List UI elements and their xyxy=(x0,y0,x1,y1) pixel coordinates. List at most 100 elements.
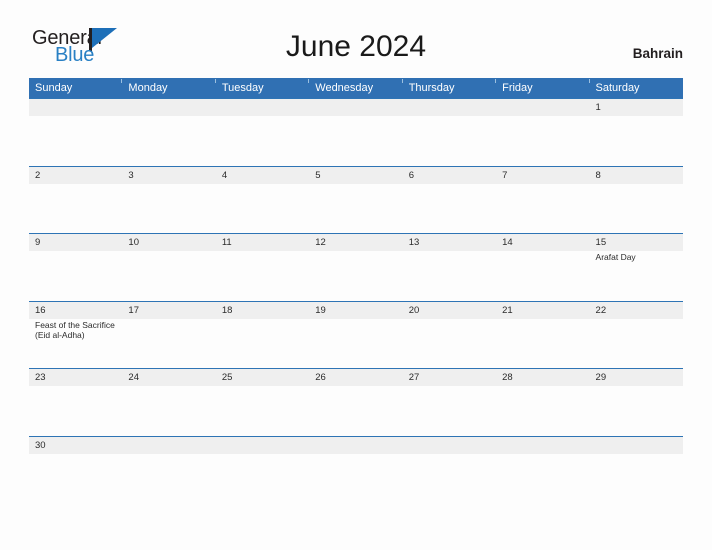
day-number[interactable] xyxy=(216,437,309,454)
day-number[interactable]: 16 xyxy=(29,302,122,319)
day-number[interactable]: 24 xyxy=(122,369,215,386)
day-event xyxy=(216,116,309,117)
weekday-wednesday: Wednesday xyxy=(309,78,404,98)
day-number[interactable]: 20 xyxy=(403,302,496,319)
week-date-band: 30 xyxy=(29,436,683,454)
day-event xyxy=(309,184,402,185)
day-number[interactable]: 14 xyxy=(496,234,589,251)
day-event xyxy=(309,116,402,117)
day-event xyxy=(122,319,215,341)
day-number[interactable]: 29 xyxy=(590,369,683,386)
weekday-header-row: Sunday Monday Tuesday Wednesday Thursday… xyxy=(29,78,683,98)
week-row: 9 10 11 12 13 14 15 Arafat Day xyxy=(29,233,683,301)
day-event xyxy=(496,386,589,387)
day-number[interactable]: 2 xyxy=(29,167,122,184)
day-event xyxy=(216,386,309,387)
day-event xyxy=(403,184,496,185)
day-event xyxy=(29,454,122,455)
day-event xyxy=(216,184,309,185)
day-number[interactable]: 18 xyxy=(216,302,309,319)
day-number[interactable] xyxy=(590,437,683,454)
day-number[interactable]: 23 xyxy=(29,369,122,386)
day-event xyxy=(496,319,589,341)
day-event xyxy=(590,116,683,117)
weekday-thursday: Thursday xyxy=(403,78,497,98)
day-event xyxy=(216,251,309,263)
day-event xyxy=(122,184,215,185)
day-event xyxy=(216,319,309,341)
day-number[interactable] xyxy=(496,437,589,454)
day-number[interactable]: 13 xyxy=(403,234,496,251)
week-event-band xyxy=(29,116,683,117)
day-number[interactable] xyxy=(309,437,402,454)
weekday-sunday: Sunday xyxy=(29,78,123,98)
day-number[interactable] xyxy=(309,99,402,116)
day-number[interactable]: 10 xyxy=(122,234,215,251)
day-number[interactable] xyxy=(403,437,496,454)
day-event xyxy=(29,184,122,185)
day-number[interactable]: 21 xyxy=(496,302,589,319)
day-number[interactable]: 1 xyxy=(590,99,683,116)
day-event: Feast of the Sacrifice (Eid al-Adha) xyxy=(35,319,115,341)
day-event xyxy=(496,251,589,263)
day-number[interactable]: 9 xyxy=(29,234,122,251)
day-number[interactable]: 7 xyxy=(496,167,589,184)
day-event xyxy=(216,454,309,455)
week-event-band xyxy=(29,454,683,455)
week-row: 30 xyxy=(29,435,683,481)
day-number[interactable]: 6 xyxy=(403,167,496,184)
day-number[interactable] xyxy=(496,99,589,116)
day-event xyxy=(590,386,683,387)
day-number[interactable] xyxy=(122,437,215,454)
day-number[interactable]: 27 xyxy=(403,369,496,386)
day-event xyxy=(309,319,402,341)
week-event-band: Arafat Day xyxy=(29,251,683,263)
day-event xyxy=(29,116,122,117)
day-number[interactable]: 8 xyxy=(590,167,683,184)
country-label: Bahrain xyxy=(632,46,683,61)
day-event xyxy=(496,184,589,185)
day-event xyxy=(122,386,215,387)
week-row: 23 24 25 26 27 28 29 xyxy=(29,368,683,436)
page-header: General Blue June 2024 Bahrain xyxy=(0,0,712,76)
day-number[interactable]: 5 xyxy=(309,167,402,184)
day-event xyxy=(496,116,589,117)
day-number[interactable]: 26 xyxy=(309,369,402,386)
week-date-band: 23 24 25 26 27 28 29 xyxy=(29,369,683,386)
day-number[interactable]: 30 xyxy=(29,437,122,454)
day-number[interactable] xyxy=(403,99,496,116)
weekday-friday: Friday xyxy=(496,78,590,98)
week-date-band: 1 xyxy=(29,99,683,116)
week-event-band xyxy=(29,184,683,185)
day-number[interactable]: 3 xyxy=(122,167,215,184)
day-event xyxy=(122,454,215,455)
day-event xyxy=(403,386,496,387)
day-number[interactable] xyxy=(216,99,309,116)
page-title: June 2024 xyxy=(285,30,427,63)
day-number[interactable]: 11 xyxy=(216,234,309,251)
day-number[interactable]: 17 xyxy=(122,302,215,319)
day-number[interactable] xyxy=(122,99,215,116)
week-event-band: Feast of the Sacrifice (Eid al-Adha) xyxy=(29,319,683,341)
day-number[interactable]: 12 xyxy=(309,234,402,251)
day-number[interactable]: 15 xyxy=(590,234,683,251)
weekday-tuesday: Tuesday xyxy=(216,78,310,98)
day-number[interactable]: 28 xyxy=(496,369,589,386)
week-date-band: 2 3 4 5 6 7 8 xyxy=(29,166,683,184)
week-date-band: 16 17 18 19 20 21 22 xyxy=(29,301,683,319)
day-number[interactable]: 22 xyxy=(590,302,683,319)
calendar-table: Sunday Monday Tuesday Wednesday Thursday… xyxy=(29,78,683,481)
day-number[interactable]: 19 xyxy=(309,302,402,319)
day-event xyxy=(122,116,215,117)
day-event xyxy=(309,386,402,387)
day-number[interactable]: 25 xyxy=(216,369,309,386)
week-row: 16 17 18 19 20 21 22 Feast of the Sacrif… xyxy=(29,300,683,369)
day-event xyxy=(403,319,496,341)
day-number[interactable] xyxy=(29,99,122,116)
day-event xyxy=(122,251,215,263)
week-event-band xyxy=(29,386,683,387)
day-event xyxy=(403,251,496,263)
day-number[interactable]: 4 xyxy=(216,167,309,184)
day-event xyxy=(29,251,122,263)
day-event xyxy=(309,454,402,455)
